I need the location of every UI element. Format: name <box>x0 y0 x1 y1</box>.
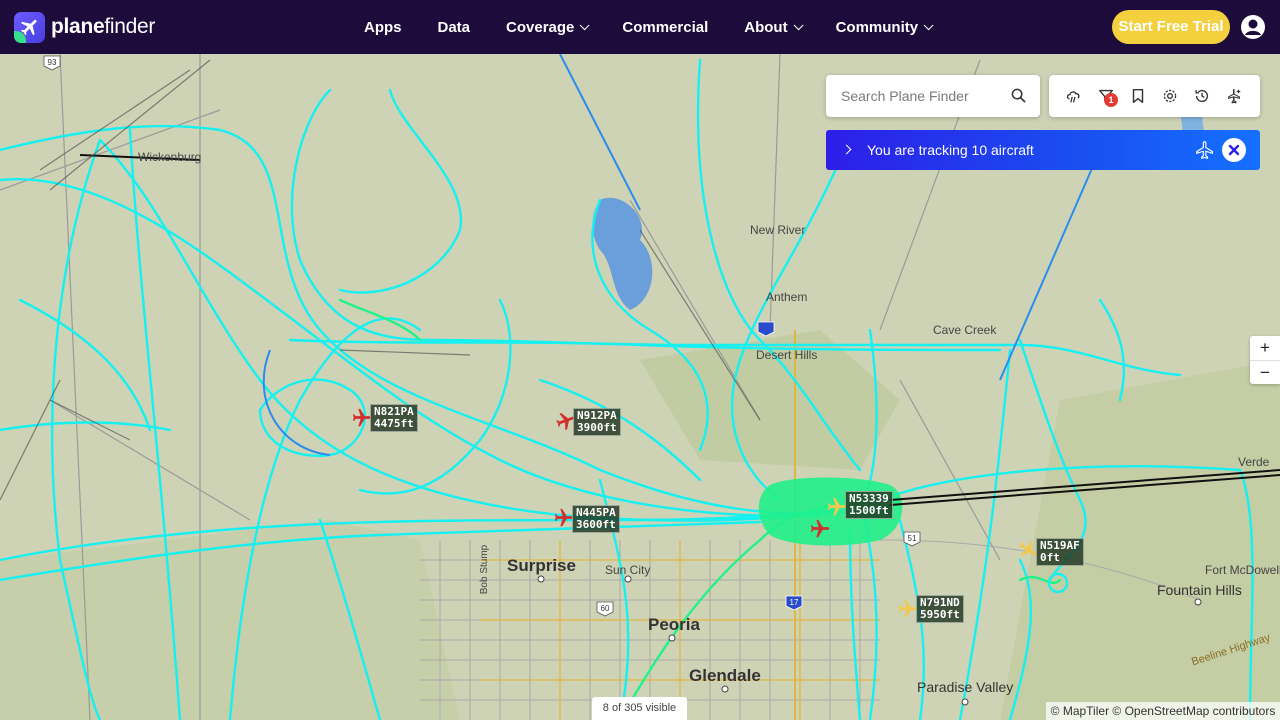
aircraft-label[interactable]: N791ND 5950ft <box>916 595 964 623</box>
search-input[interactable] <box>841 88 1001 104</box>
aircraft-label[interactable]: N519AF 0ft <box>1036 538 1084 566</box>
visible-count: 8 of 305 visible <box>592 697 687 720</box>
aircraft-label[interactable]: N821PA 4475ft <box>370 404 418 432</box>
route-shield-51: 51 <box>908 534 917 543</box>
route-shield-17: 17 <box>790 598 799 607</box>
place-label: Paradise Valley <box>917 679 1014 695</box>
place-label: Fountain Hills <box>1157 582 1242 598</box>
history-icon[interactable] <box>1193 87 1211 105</box>
place-label: Wickenburg <box>138 150 202 164</box>
nav-community[interactable]: Community <box>836 19 934 36</box>
nav-commercial[interactable]: Commercial <box>622 19 708 36</box>
place-label: Surprise <box>507 556 576 575</box>
chevron-right-icon[interactable] <box>841 144 852 155</box>
plane-logo-icon <box>14 11 45 43</box>
place-label: Bob Stump <box>479 544 491 595</box>
zoom-controls: + − <box>1250 336 1280 384</box>
settings-icon[interactable] <box>1161 87 1179 105</box>
start-free-trial-button[interactable]: Start Free Trial <box>1112 10 1230 44</box>
filter-count-badge: 1 <box>1104 93 1118 107</box>
place-label: Peoria <box>648 615 700 634</box>
tracking-bar[interactable]: You are tracking 10 aircraft <box>826 130 1260 170</box>
place-label: New River <box>750 223 806 237</box>
bookmark-icon[interactable] <box>1129 87 1147 105</box>
user-account-icon[interactable] <box>1240 14 1266 40</box>
map-toolbar <box>1049 75 1260 117</box>
route-shield-60: 60 <box>601 604 610 613</box>
plane-outline-icon <box>1196 141 1214 159</box>
brand-logo[interactable]: planefinder <box>14 11 156 43</box>
nav-apps[interactable]: Apps <box>364 19 402 36</box>
nav-about[interactable]: About <box>744 19 804 36</box>
nav-coverage[interactable]: Coverage <box>506 19 590 36</box>
nav-data[interactable]: Data <box>438 19 471 36</box>
place-label: Desert Hills <box>756 348 818 362</box>
chevron-down-icon <box>580 19 590 30</box>
aircraft-label[interactable]: N445PA 3600ft <box>572 505 620 533</box>
place-label: Fort McDowell <box>1205 563 1280 577</box>
place-label: Anthem <box>766 290 808 304</box>
nav-links: Apps Data Coverage Commercial About Comm… <box>364 0 966 54</box>
place-label: Cave Creek <box>933 323 997 337</box>
stop-tracking-button[interactable] <box>1222 138 1246 162</box>
chevron-down-icon <box>923 19 934 30</box>
aircraft-label[interactable]: N912PA 3900ft <box>573 408 621 436</box>
map-attribution[interactable]: © MapTiler © OpenStreetMap contributors <box>1046 702 1280 720</box>
zoom-in-button[interactable]: + <box>1250 336 1280 360</box>
aircraft-label[interactable]: N53339 1500ft <box>845 491 893 519</box>
place-label: Sun City <box>605 563 651 577</box>
chevron-down-icon <box>793 19 804 30</box>
search-icon[interactable] <box>1011 88 1026 103</box>
zoom-out-button[interactable]: − <box>1250 360 1280 384</box>
search-box <box>826 75 1040 117</box>
route-shield-93: 93 <box>48 58 57 67</box>
tracking-text: You are tracking 10 aircraft <box>867 142 1034 158</box>
aircraft-icon[interactable] <box>809 518 831 540</box>
airport-icon[interactable] <box>1225 87 1243 105</box>
place-label: Glendale <box>689 666 761 685</box>
weather-icon[interactable] <box>1065 87 1083 105</box>
brand-name: planefinder <box>51 15 156 38</box>
place-label: Verde <box>1238 455 1270 469</box>
top-nav: planefinder Apps Data Coverage Commercia… <box>0 0 1280 54</box>
close-icon <box>1228 144 1240 156</box>
